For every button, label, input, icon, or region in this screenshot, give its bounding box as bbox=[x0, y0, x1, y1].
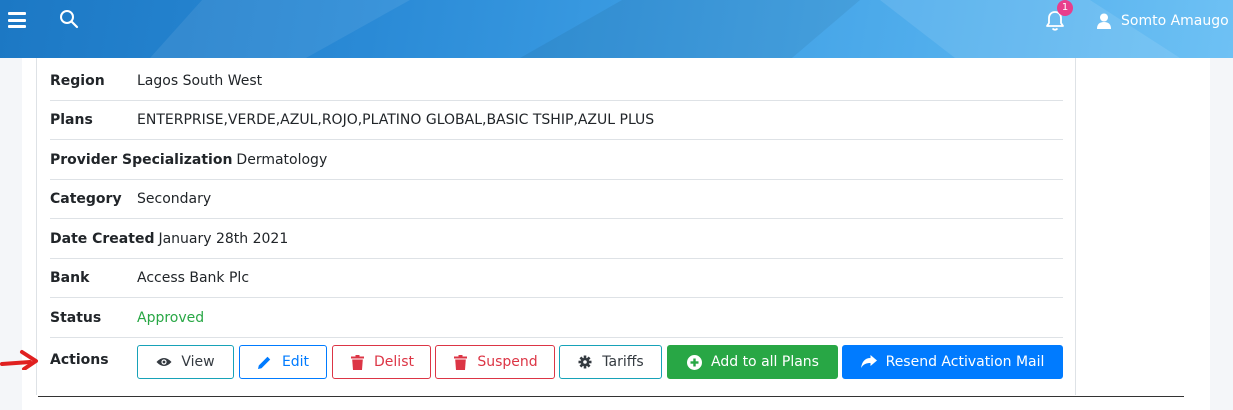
menu-icon[interactable] bbox=[6, 10, 28, 30]
user-icon[interactable] bbox=[1096, 12, 1112, 30]
notification-badge: 1 bbox=[1057, 0, 1073, 16]
bank-label: Bank bbox=[50, 269, 90, 286]
detail-row-bank: Bank Access Bank Plc bbox=[50, 258, 1063, 298]
plans-label: Plans bbox=[50, 111, 93, 128]
detail-row-status: Status Approved bbox=[50, 298, 1063, 338]
category-label: Category bbox=[50, 190, 122, 207]
tariffs-label: Tariffs bbox=[602, 354, 644, 370]
detail-row-region: Region Lagos South West bbox=[50, 61, 1063, 101]
eye-icon bbox=[156, 354, 172, 370]
suspend-button[interactable]: Suspend bbox=[435, 345, 555, 379]
edit-button[interactable]: Edit bbox=[239, 345, 327, 379]
trash-icon bbox=[452, 354, 468, 370]
date-created-value: January 28th 2021 bbox=[158, 230, 289, 247]
actions-label: Actions bbox=[50, 352, 109, 368]
user-name[interactable]: Somto Amaugo bbox=[1121, 13, 1229, 29]
table-bottom-border bbox=[38, 396, 1184, 397]
search-icon[interactable] bbox=[58, 8, 80, 30]
add-to-all-plans-button[interactable]: Add to all Plans bbox=[667, 345, 838, 379]
delist-label: Delist bbox=[374, 354, 414, 370]
plans-value: ENTERPRISE,VERDE,AZUL,ROJO,PLATINO GLOBA… bbox=[137, 111, 655, 128]
status-label: Status bbox=[50, 309, 102, 326]
detail-row-specialization: Provider Specialization Dermatology bbox=[50, 140, 1063, 180]
resend-activation-mail-button[interactable]: Resend Activation Mail bbox=[842, 345, 1063, 379]
detail-row-category: Category Secondary bbox=[50, 179, 1063, 219]
specialization-label: Provider Specialization bbox=[50, 151, 233, 168]
date-created-label: Date Created bbox=[50, 230, 155, 247]
status-badge: Approved bbox=[137, 309, 205, 326]
detail-row-plans: Plans ENTERPRISE,VERDE,AZUL,ROJO,PLATINO… bbox=[50, 100, 1063, 140]
view-label: View bbox=[181, 354, 215, 370]
share-icon bbox=[860, 354, 877, 370]
annotation-arrow-icon bbox=[0, 350, 38, 370]
tariffs-button[interactable]: Tariffs bbox=[559, 345, 662, 379]
resend-activation-mail-label: Resend Activation Mail bbox=[885, 354, 1045, 370]
add-to-all-plans-label: Add to all Plans bbox=[711, 354, 819, 370]
edit-label: Edit bbox=[281, 354, 310, 370]
specialization-value: Dermatology bbox=[236, 151, 328, 168]
category-value: Secondary bbox=[137, 190, 212, 207]
bank-value: Access Bank Plc bbox=[137, 269, 250, 286]
region-value: Lagos South West bbox=[137, 72, 263, 89]
pencil-icon bbox=[257, 354, 273, 370]
region-label: Region bbox=[50, 72, 105, 89]
trash-icon bbox=[349, 354, 365, 370]
delist-button[interactable]: Delist bbox=[332, 345, 431, 379]
plus-circle-icon bbox=[686, 354, 702, 370]
suspend-label: Suspend bbox=[477, 354, 538, 370]
detail-row-date-created: Date Created January 28th 2021 bbox=[50, 219, 1063, 259]
view-button[interactable]: View bbox=[137, 345, 234, 379]
gear-icon bbox=[577, 354, 593, 370]
